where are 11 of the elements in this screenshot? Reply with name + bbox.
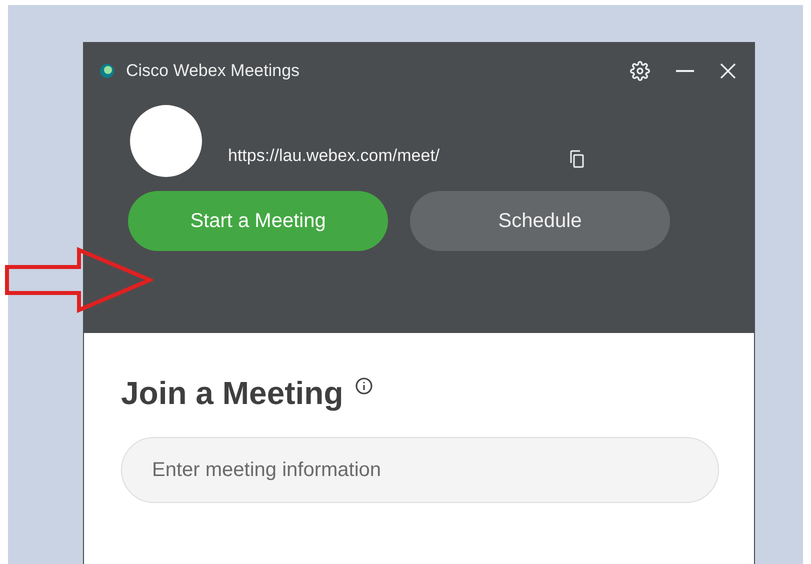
close-icon[interactable] [720,63,736,79]
copy-icon[interactable] [570,150,584,168]
meeting-info-field[interactable]: Enter meeting information [121,437,719,503]
info-icon[interactable] [355,377,374,395]
join-heading: Join a Meeting [121,374,344,413]
meeting-url: https://lau.webex.com/meet/ [228,145,440,168]
settings-icon[interactable] [630,61,650,81]
window-title: Cisco Webex Meetings [126,60,300,82]
app-logo-icon [100,64,114,78]
start-meeting-button[interactable]: Start a Meeting [128,191,388,251]
schedule-button[interactable]: Schedule [410,191,670,251]
